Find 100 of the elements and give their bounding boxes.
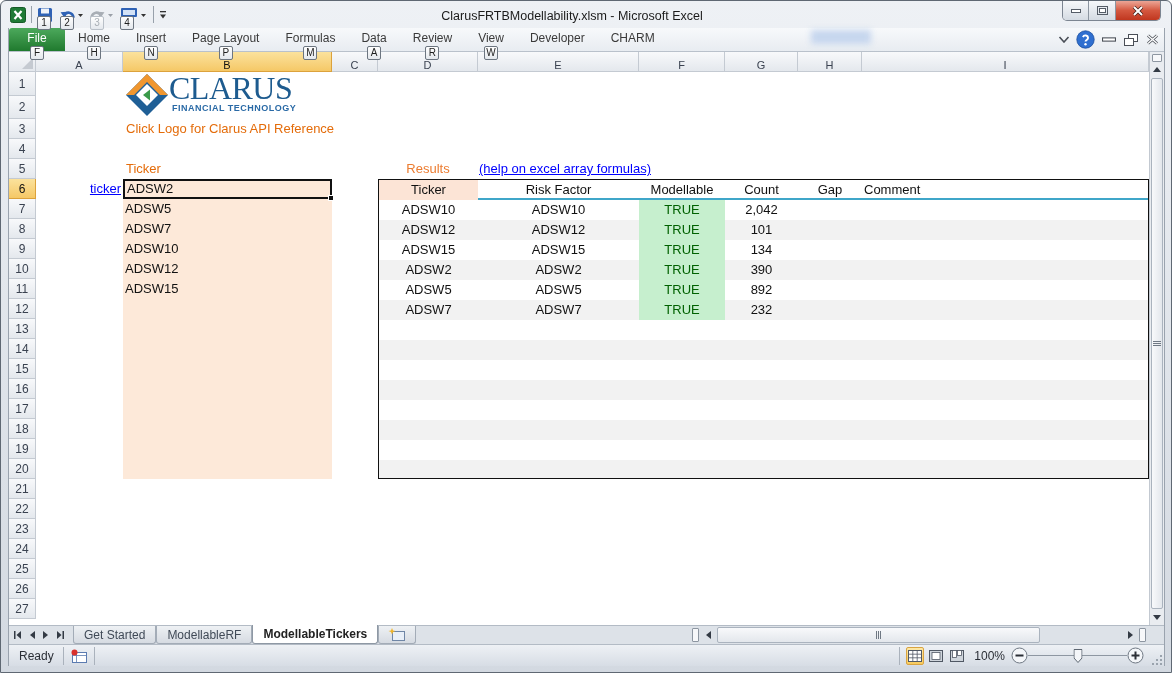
column-heading: Gap [816, 181, 844, 199]
row-header[interactable]: 9 [9, 239, 36, 259]
table-cell-text: ADSW7 [404, 301, 453, 320]
table-cell: TRUE [639, 200, 725, 220]
column-heading: Risk Factor [524, 181, 593, 199]
column-header[interactable]: F [639, 52, 725, 72]
minimize-button[interactable] [1063, 1, 1089, 20]
table-cell-text: 390 [749, 261, 774, 280]
previous-sheet-icon[interactable] [30, 631, 35, 639]
resize-grip-icon[interactable] [1152, 655, 1162, 665]
table-cell: TRUE [639, 280, 725, 300]
table-cell-text: ADSW15 [400, 241, 457, 260]
row-header[interactable]: 27 [9, 599, 36, 619]
column-header[interactable]: I [862, 52, 1149, 72]
zoom-slider-thumb[interactable] [1073, 648, 1082, 663]
row-header[interactable]: 6 [9, 179, 36, 199]
help-link[interactable]: (help on excel array formulas) [479, 159, 651, 179]
help-icon[interactable] [1076, 30, 1095, 49]
ticker-cell[interactable]: ADSW2 [123, 179, 332, 199]
chevron-down-icon[interactable] [1058, 36, 1070, 43]
key-tip-tooltip: 2 [60, 16, 74, 30]
row-header[interactable]: 20 [9, 459, 36, 479]
column-header[interactable]: G [725, 52, 798, 72]
scrollbar-thumb[interactable] [717, 627, 1040, 643]
last-sheet-icon[interactable] [56, 631, 64, 639]
table-cell: TRUE [639, 300, 725, 320]
status-text: Ready [19, 647, 54, 665]
ribbon-tab[interactable]: CHARM [597, 28, 668, 51]
row-header[interactable]: 11 [9, 279, 36, 299]
ticker-link[interactable]: ticker [89, 179, 121, 199]
window-title: ClarusFRTBModellability.xlsm - Microsoft Excel [441, 8, 703, 25]
minimize-icon[interactable] [1102, 37, 1116, 42]
ticker-cell[interactable]: ADSW15 [123, 279, 332, 299]
insert-sheet-button[interactable] [378, 626, 417, 644]
row-header[interactable]: 14 [9, 339, 36, 359]
row-header[interactable]: 8 [9, 219, 36, 239]
zoom-out-icon[interactable] [1011, 647, 1028, 664]
sheet-tab[interactable]: Get Started [73, 626, 157, 644]
ticker-cell[interactable]: ADSW7 [123, 219, 332, 239]
row-header[interactable]: 13 [9, 319, 36, 339]
macro-record-button[interactable] [70, 648, 87, 663]
row-header[interactable]: 24 [9, 539, 36, 559]
close-icon[interactable] [1146, 34, 1159, 45]
column-heading: Comment [863, 181, 922, 199]
row-header[interactable]: 4 [9, 139, 36, 159]
zoom-slider[interactable] [1028, 647, 1127, 664]
customize-toolbar-icon[interactable] [159, 10, 167, 20]
sheet-tab[interactable]: ModellableRF [156, 626, 253, 644]
caret-icon[interactable] [141, 13, 146, 17]
row-header[interactable]: 10 [9, 259, 36, 279]
row-header[interactable]: 7 [9, 199, 36, 219]
key-tip-tooltip: 1 [37, 16, 51, 30]
row-header[interactable]: 15 [9, 359, 36, 379]
logo-note: Click Logo for Clarus API Reference [126, 120, 335, 139]
ticker-label: Ticker [126, 160, 161, 179]
row-header[interactable]: 17 [9, 399, 36, 419]
table-cell-text: 892 [749, 281, 774, 300]
diamond-logo-icon[interactable] [125, 73, 169, 117]
row-header[interactable]: 21 [9, 479, 36, 499]
scrollbar-thumb[interactable] [1151, 78, 1163, 609]
row-header[interactable]: 12 [9, 299, 36, 319]
restore-icon[interactable] [1124, 33, 1138, 46]
row-header[interactable]: 26 [9, 579, 36, 599]
row-header[interactable]: 23 [9, 519, 36, 539]
row-header[interactable]: 3 [9, 119, 36, 139]
table-cell-text: ADSW10 [400, 201, 457, 220]
spreadsheet-app-icon[interactable] [10, 7, 26, 23]
fill-handle-icon[interactable] [328, 195, 334, 201]
right-arrow-icon [1127, 631, 1133, 639]
row-header[interactable]: 22 [9, 499, 36, 519]
maximize-button[interactable] [1089, 1, 1116, 20]
caret-icon[interactable] [78, 13, 83, 17]
ticker-cell[interactable]: ADSW12 [123, 259, 332, 279]
row-header[interactable]: 1 [9, 72, 36, 96]
logo-wordmark[interactable]: CLARUS [169, 73, 293, 103]
row-header[interactable]: 2 [9, 96, 36, 119]
table-cell-text: ADSW15 [530, 241, 587, 260]
table-cell-text: 2,042 [744, 201, 779, 220]
row-header[interactable]: 5 [9, 159, 36, 179]
sheet-tab[interactable]: ModellableTickers [252, 625, 379, 644]
select-all-corner[interactable] [9, 52, 36, 72]
normal-view-button[interactable] [906, 646, 925, 665]
column-header[interactable]: H [798, 52, 862, 72]
key-tip-tooltip: P [218, 46, 233, 60]
close-button[interactable] [1116, 1, 1160, 20]
ticker-cell[interactable]: ADSW5 [123, 199, 332, 219]
zoom-in-icon[interactable] [1127, 647, 1144, 664]
column-heading: Modellable [649, 181, 715, 199]
split-box-icon[interactable] [1152, 54, 1162, 62]
row-header[interactable]: 25 [9, 559, 36, 579]
first-sheet-icon[interactable] [14, 631, 22, 639]
next-sheet-icon[interactable] [43, 631, 48, 639]
ticker-cell[interactable]: ADSW10 [123, 239, 332, 259]
key-tip-tooltip: F [30, 46, 44, 60]
row-header[interactable]: 16 [9, 379, 36, 399]
row-header[interactable]: 19 [9, 439, 36, 459]
row-header[interactable]: 18 [9, 419, 36, 439]
grip-icon [1153, 340, 1161, 347]
key-tip-tooltip: R [425, 46, 440, 60]
ribbon-tab[interactable]: Developer [516, 28, 598, 51]
